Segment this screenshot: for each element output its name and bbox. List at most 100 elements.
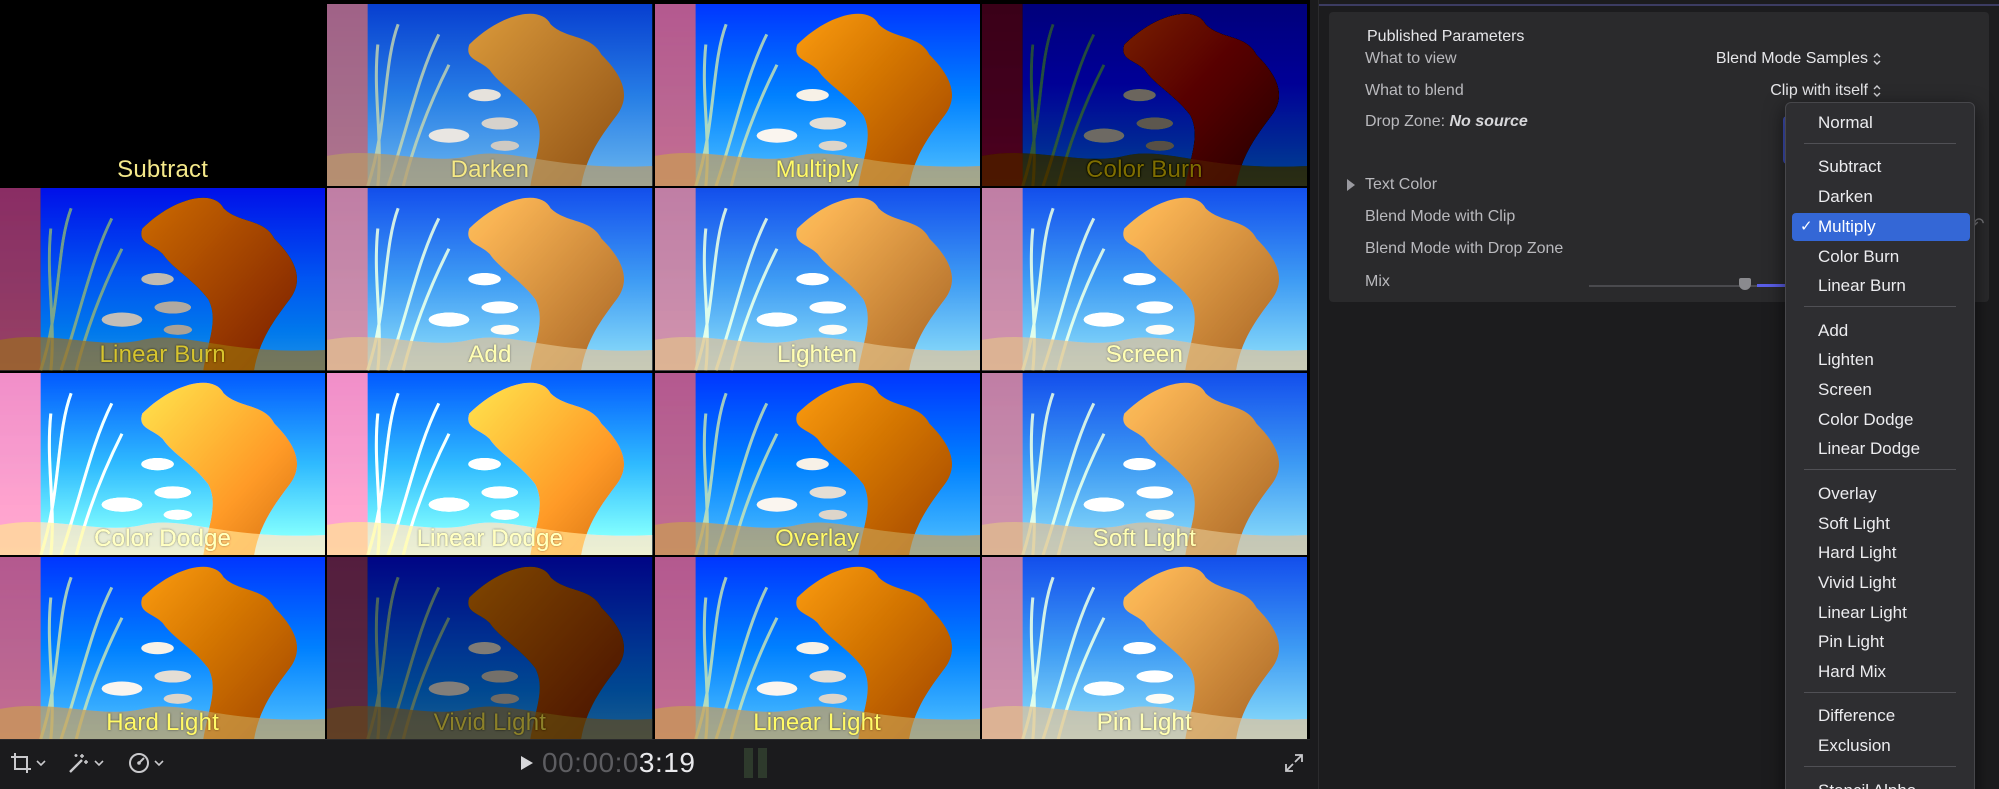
audio-meter-right <box>758 748 767 778</box>
menu-item[interactable]: Hard Light <box>1792 539 1970 567</box>
blend-sample-tile: Subtract <box>0 4 326 187</box>
menu-item[interactable]: Color Burn <box>1792 243 1970 271</box>
menu-item[interactable]: Normal <box>1792 109 1970 137</box>
menu-item[interactable]: Overlay <box>1792 480 1970 508</box>
menu-item-label: Add <box>1818 320 1849 340</box>
menu-item-label: Darken <box>1818 187 1873 207</box>
blend-mode-grid: Subtract Darken Multiply Color Burn Linear B… <box>0 4 1307 739</box>
menu-item[interactable]: Pin Light <box>1792 628 1970 656</box>
param-label: Drop Zone: No source <box>1365 113 1528 131</box>
blend-sample-tile: Multiply <box>654 4 980 187</box>
blend-sample-tile: Add <box>327 188 653 371</box>
timecode-display[interactable]: 00:00:03:19 <box>520 746 695 780</box>
menu-item[interactable]: Vivid Light <box>1792 569 1970 597</box>
audio-meters <box>744 748 767 778</box>
menu-item-label: Linear Burn <box>1818 276 1906 296</box>
blend-sample-tile: Color Dodge <box>0 372 326 555</box>
param-label: Blend Mode with Drop Zone <box>1365 240 1564 257</box>
menu-separator <box>1804 305 1956 307</box>
param-label: Text Color <box>1365 176 1438 193</box>
blend-sample-tile: Lighten <box>654 188 980 371</box>
transform-tool-button[interactable] <box>10 750 46 776</box>
param-what-to-view: What to view Blend Mode Samples <box>1329 47 1989 71</box>
what-to-blend-popup[interactable]: Clip with itself <box>1770 82 1881 100</box>
viewer-toolbar: 00:00:03:19 <box>0 739 1310 785</box>
mix-slider-thumb[interactable] <box>1739 278 1751 290</box>
menu-item-label: Stencil Alpha <box>1818 781 1916 789</box>
blend-sample-label: Soft Light <box>1092 524 1197 552</box>
blend-sample-tile: Linear Dodge <box>327 372 653 555</box>
menu-item-label: Multiply <box>1818 216 1876 236</box>
param-label: What to blend <box>1365 82 1464 99</box>
expand-icon <box>1285 754 1303 772</box>
menu-item[interactable]: ✓ Multiply <box>1792 212 1970 241</box>
menu-item-label: Color Dodge <box>1818 409 1914 429</box>
menu-item[interactable]: Screen <box>1792 376 1970 404</box>
timecode-value: 3:19 <box>638 747 696 778</box>
section-title: Published Parameters <box>1367 28 1525 45</box>
chevron-down-icon <box>94 760 104 767</box>
menu-item[interactable]: Subtract <box>1792 153 1970 181</box>
app-window: Subtract Darken Multiply Color Burn Linear B… <box>0 0 1999 789</box>
blend-sample-label: Color Burn <box>1086 156 1203 184</box>
menu-item[interactable]: Linear Light <box>1792 599 1970 627</box>
menu-separator <box>1804 142 1956 144</box>
inspector-divider <box>1319 4 1999 6</box>
blend-sample-label: Subtract <box>117 156 209 184</box>
blend-sample-label: Hard Light <box>106 709 219 736</box>
menu-separator <box>1804 691 1956 693</box>
menu-item-label: Difference <box>1818 706 1896 726</box>
menu-item-label: Screen <box>1818 380 1872 399</box>
drop-zone-source: No source <box>1449 113 1528 130</box>
up-down-chevron-icon <box>1873 53 1881 65</box>
menu-item-label: Color Burn <box>1818 246 1900 266</box>
fullscreen-button[interactable] <box>1284 750 1304 776</box>
viewer[interactable]: Subtract Darken Multiply Color Burn Linear B… <box>0 0 1310 739</box>
blend-sample-label: Darken <box>450 156 530 184</box>
menu-item[interactable]: Exclusion <box>1792 732 1970 760</box>
up-down-chevron-icon <box>1873 85 1881 97</box>
blend-sample-tile: Hard Light <box>0 556 326 739</box>
menu-item[interactable]: Hard Mix <box>1792 658 1970 686</box>
menu-item-label: Pin Light <box>1818 632 1885 652</box>
menu-item[interactable]: Darken <box>1792 183 1970 211</box>
audio-meter-left <box>744 748 753 778</box>
enhance-tool-button[interactable] <box>66 750 104 776</box>
menu-item[interactable]: Stencil Alpha <box>1792 777 1970 789</box>
chevron-down-icon <box>36 760 46 767</box>
blend-sample-tile: Color Burn <box>981 4 1307 187</box>
blend-sample-label: Pin Light <box>1096 709 1192 736</box>
magic-wand-icon <box>69 754 88 773</box>
retime-tool-button[interactable] <box>128 750 164 776</box>
menu-item-label: Linear Light <box>1818 602 1907 622</box>
menu-item[interactable]: Linear Burn <box>1792 272 1970 300</box>
menu-item[interactable]: Difference <box>1792 702 1970 730</box>
what-to-view-popup[interactable]: Blend Mode Samples <box>1716 50 1881 68</box>
chevron-down-icon <box>154 760 164 767</box>
menu-item[interactable]: Lighten <box>1792 346 1970 374</box>
blend-sample-label: Linear Light <box>753 709 882 736</box>
disclosure-triangle-icon[interactable] <box>1347 179 1355 191</box>
menu-item[interactable]: Soft Light <box>1792 510 1970 538</box>
menu-item[interactable]: Color Dodge <box>1792 406 1970 434</box>
play-icon[interactable] <box>520 755 534 771</box>
blend-sample-tile: Darken <box>327 4 653 187</box>
timecode-leading: 00:00:0 <box>542 747 639 778</box>
blend-sample-label: Overlay <box>775 524 860 552</box>
blend-sample-tile: Linear Burn <box>0 188 326 371</box>
menu-item-label: Linear Dodge <box>1818 439 1921 459</box>
menu-separator <box>1804 765 1956 767</box>
popup-value: Blend Mode Samples <box>1715 50 1868 67</box>
menu-item[interactable]: Add <box>1792 317 1970 345</box>
popup-value: Clip with itself <box>1770 82 1868 99</box>
menu-item-label: Lighten <box>1818 350 1874 370</box>
menu-item-label: Vivid Light <box>1818 572 1897 592</box>
param-what-to-blend: What to blend Clip with itself <box>1329 79 1989 103</box>
menu-item-label: Exclusion <box>1818 736 1891 756</box>
blend-sample-label: Vivid Light <box>433 709 547 736</box>
menu-item[interactable]: Linear Dodge <box>1792 435 1970 463</box>
menu-separator <box>1804 469 1956 471</box>
param-label: What to view <box>1365 50 1457 67</box>
blend-sample-label: Color Dodge <box>94 524 232 552</box>
speedometer-icon <box>129 753 149 773</box>
